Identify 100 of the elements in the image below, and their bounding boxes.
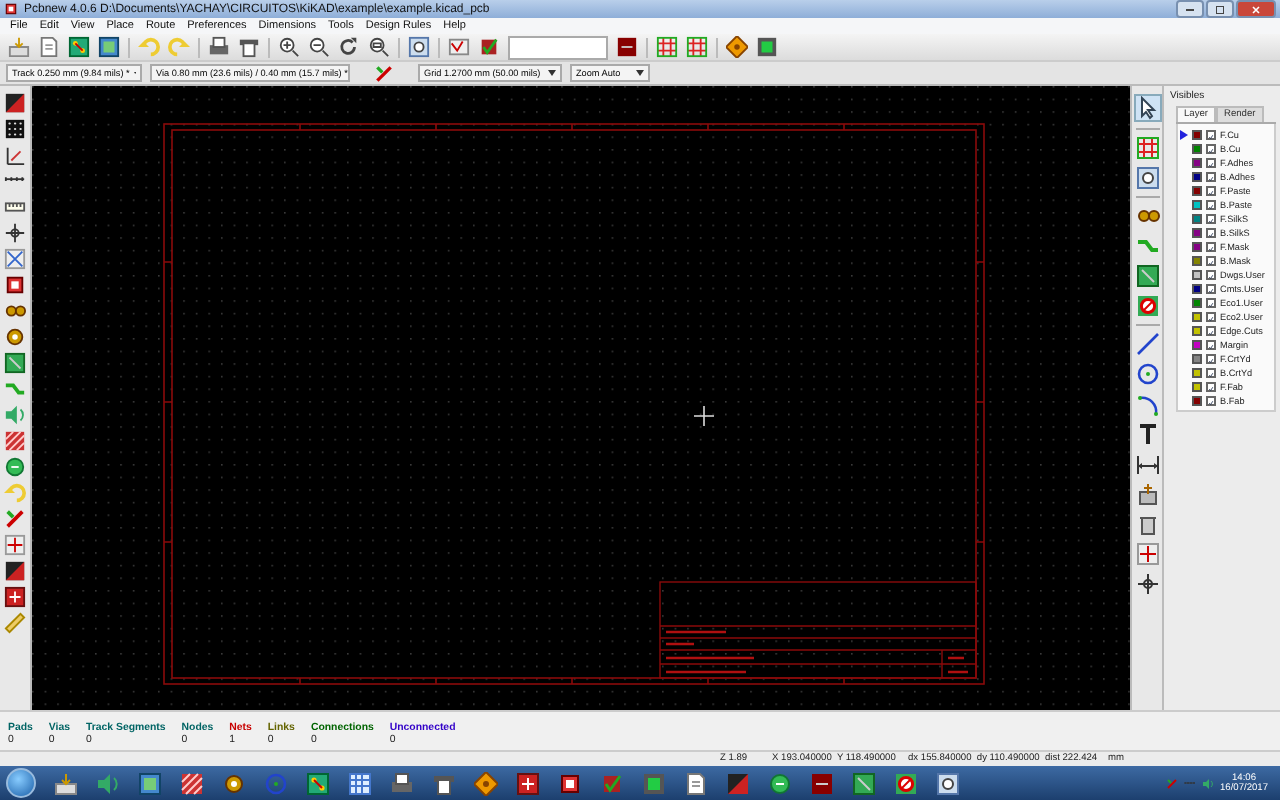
layer-checkbox[interactable] <box>1206 283 1216 293</box>
layer-color-swatch[interactable] <box>1192 325 1202 335</box>
zoom-out-icon[interactable] <box>308 36 330 58</box>
layer-checkbox[interactable] <box>1206 269 1216 279</box>
layer-checkbox[interactable] <box>1206 143 1216 153</box>
layer-color-swatch[interactable] <box>1192 269 1202 279</box>
app-icon[interactable] <box>936 771 960 795</box>
layer-color-swatch[interactable] <box>1192 227 1202 237</box>
new-tray-icon[interactable] <box>8 36 30 58</box>
app-icon[interactable] <box>768 771 792 795</box>
grid-dots-icon[interactable] <box>4 118 26 140</box>
layer-color-swatch[interactable] <box>1192 143 1202 153</box>
circle-icon[interactable] <box>1135 362 1159 386</box>
layer-checkbox[interactable] <box>1206 255 1216 265</box>
layer-checkbox[interactable] <box>1206 199 1216 209</box>
layer-checkbox[interactable] <box>1206 353 1216 363</box>
plotter-icon[interactable] <box>238 36 260 58</box>
app-icon[interactable] <box>432 771 456 795</box>
layer-color-swatch[interactable] <box>1192 171 1202 181</box>
layer-color-swatch[interactable] <box>1192 213 1202 223</box>
cursor-icon[interactable] <box>1135 96 1159 120</box>
via-icon[interactable] <box>4 326 26 348</box>
app-icon[interactable] <box>138 771 162 795</box>
text-tool-icon[interactable] <box>1135 422 1159 446</box>
layer-checkbox[interactable] <box>1206 157 1216 167</box>
refresh-icon[interactable] <box>338 36 360 58</box>
zoom-in-icon[interactable] <box>278 36 300 58</box>
zoom-selection-icon[interactable] <box>408 36 430 58</box>
track-icon[interactable] <box>4 378 26 400</box>
app-icon[interactable] <box>558 771 582 795</box>
speaker-icon[interactable] <box>1201 777 1214 789</box>
start-button[interactable] <box>6 768 36 798</box>
maximize-button[interactable] <box>1206 0 1234 18</box>
app-icon[interactable] <box>684 771 708 795</box>
layer-checkbox[interactable] <box>1206 241 1216 251</box>
zone-icon[interactable] <box>1135 264 1159 288</box>
track-icon[interactable] <box>1135 234 1159 258</box>
autorouter-icon[interactable] <box>374 63 394 83</box>
page-icon[interactable] <box>38 36 60 58</box>
layer-color-swatch[interactable] <box>1192 283 1202 293</box>
minimize-button[interactable] <box>1176 0 1204 18</box>
pcb-app-icon <box>4 2 18 16</box>
layer-color-swatch[interactable] <box>1192 311 1202 321</box>
layer-color-swatch[interactable] <box>1192 199 1202 209</box>
arc-icon[interactable] <box>1135 392 1159 416</box>
diamond-icon[interactable] <box>726 36 748 58</box>
printer-icon[interactable] <box>208 36 230 58</box>
zone-icon[interactable] <box>4 352 26 374</box>
crosshair-icon[interactable] <box>4 222 26 244</box>
layer-color-swatch[interactable] <box>1192 395 1202 405</box>
local-ratsnest-icon[interactable] <box>1135 166 1159 190</box>
high-contrast-icon[interactable] <box>4 560 26 582</box>
hatch-icon[interactable] <box>4 430 26 452</box>
layer-checkbox[interactable] <box>1206 311 1216 321</box>
layer-checkbox[interactable] <box>1206 297 1216 307</box>
layer-checkbox[interactable] <box>1206 367 1216 377</box>
layer-color-swatch[interactable] <box>1192 129 1202 139</box>
grid-icon[interactable] <box>656 36 678 58</box>
dimension-icon[interactable] <box>1135 452 1159 476</box>
highlight-net-icon[interactable] <box>1135 136 1159 160</box>
layer-checkbox[interactable] <box>1206 213 1216 223</box>
pads-icon[interactable] <box>4 300 26 322</box>
origin-icon[interactable] <box>4 534 26 556</box>
ratsnest-icon[interactable] <box>4 248 26 270</box>
layer-checkbox[interactable] <box>1206 171 1216 181</box>
grid-origin-icon[interactable] <box>1135 572 1159 596</box>
netlist-icon[interactable] <box>448 36 470 58</box>
zoom-fit-icon[interactable] <box>368 36 390 58</box>
plus-square-icon[interactable] <box>4 586 26 608</box>
keepout-icon[interactable] <box>1135 294 1159 318</box>
module-icon[interactable] <box>4 274 26 296</box>
millimeter-units-icon[interactable] <box>4 196 26 218</box>
layer-color-swatch[interactable] <box>1192 381 1202 391</box>
layer-color-swatch[interactable] <box>1192 297 1202 307</box>
layer-checkbox[interactable] <box>1206 381 1216 391</box>
chip-icon[interactable] <box>756 36 778 58</box>
layer-color-swatch[interactable] <box>1192 255 1202 265</box>
drc-check-icon[interactable] <box>478 36 500 58</box>
pads-icon[interactable] <box>1135 204 1159 228</box>
layer-color-swatch[interactable] <box>1192 367 1202 377</box>
line-icon[interactable] <box>1135 332 1159 356</box>
layer-checkbox[interactable] <box>1206 395 1216 405</box>
layer-checkbox[interactable] <box>1206 325 1216 335</box>
app-icon[interactable] <box>516 771 540 795</box>
minus-circle-icon[interactable] <box>4 456 26 478</box>
layer-color-swatch[interactable] <box>1192 157 1202 167</box>
layer-color-swatch[interactable] <box>1192 339 1202 349</box>
polar-coords-icon[interactable] <box>4 144 26 166</box>
layer-color-swatch[interactable] <box>1192 185 1202 195</box>
origin-icon[interactable] <box>1135 542 1159 566</box>
layer-checkbox[interactable] <box>1206 185 1216 195</box>
layer-select-field[interactable] <box>508 35 608 59</box>
layer-color-swatch[interactable] <box>1192 241 1202 251</box>
layer-checkbox[interactable] <box>1206 129 1216 139</box>
grid-icon[interactable] <box>686 36 708 58</box>
layer-color-swatch[interactable] <box>1192 353 1202 363</box>
app-icon[interactable] <box>810 771 834 795</box>
layer-checkbox[interactable] <box>1206 227 1216 237</box>
app-icon[interactable] <box>894 771 918 795</box>
layer-checkbox[interactable] <box>1206 339 1216 349</box>
